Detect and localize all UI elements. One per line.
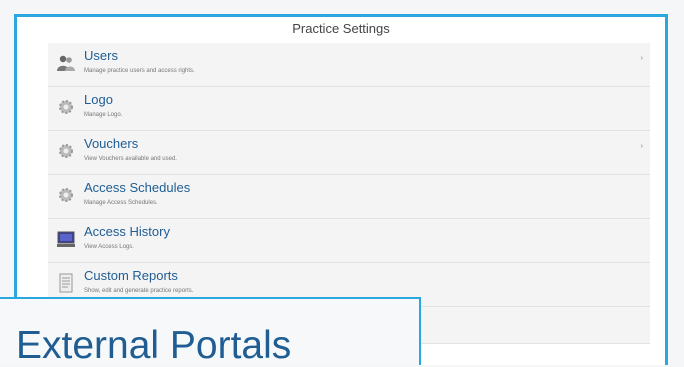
users-icon — [55, 52, 77, 74]
chevron-right-icon: › — [640, 143, 643, 150]
item-description: View Access Logs. — [84, 244, 134, 250]
item-label: Users — [84, 48, 118, 63]
item-description: Manage Access Schedules. — [84, 200, 158, 206]
item-label: Vouchers — [84, 136, 139, 151]
caption-title: External Portals — [16, 324, 292, 367]
page-title: Practice Settings — [292, 21, 390, 36]
report-icon — [55, 272, 77, 294]
item-description: Show, edit and generate practice reports… — [84, 288, 194, 294]
settings-item-vouchers[interactable]: Vouchers View Vouchers available and use… — [48, 131, 650, 175]
settings-item-access-history[interactable]: Access History View Access Logs. — [48, 219, 650, 263]
item-description: Manage Logo. — [84, 112, 123, 118]
computer-icon — [55, 228, 77, 250]
chevron-right-icon: › — [640, 55, 643, 62]
settings-item-users[interactable]: Users Manage practice users and access r… — [48, 43, 650, 87]
gear-icon — [55, 96, 77, 118]
item-label: Access History — [84, 224, 170, 239]
gear-icon — [55, 140, 77, 162]
gear-icon — [55, 184, 77, 206]
item-description: View Vouchers available and used. — [84, 156, 177, 162]
item-label: Custom Reports — [84, 268, 178, 283]
item-label: Logo — [84, 92, 113, 107]
settings-item-logo[interactable]: Logo Manage Logo. — [48, 87, 650, 131]
settings-item-access-schedules[interactable]: Access Schedules Manage Access Schedules… — [48, 175, 650, 219]
item-description: Manage practice users and access rights. — [84, 68, 195, 74]
item-label: Access Schedules — [84, 180, 191, 195]
